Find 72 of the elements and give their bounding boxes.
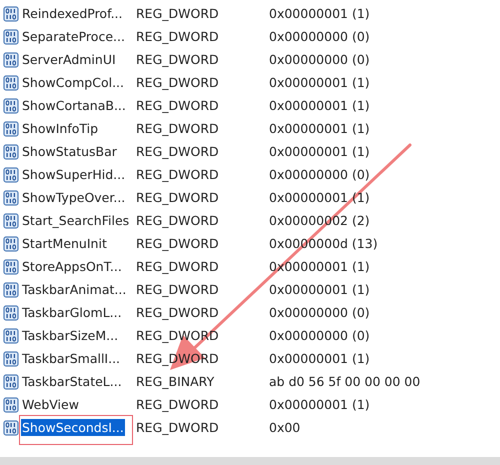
scrollbar[interactable] — [0, 457, 500, 465]
value-type: REG_DWORD — [136, 236, 220, 251]
value-type: REG_DWORD — [136, 29, 220, 44]
value-name[interactable]: StoreAppsOnT... — [21, 258, 123, 275]
value-name[interactable]: ShowTypeOver... — [21, 189, 126, 206]
binary-value-icon — [3, 28, 19, 44]
binary-value-icon — [3, 98, 19, 114]
binary-value-icon — [3, 258, 19, 274]
value-data: ab d0 56 5f 00 00 00 00 — [269, 374, 420, 389]
value-name[interactable]: ShowCortanaB... — [21, 97, 127, 114]
binary-value-icon — [3, 328, 19, 344]
value-type: REG_DWORD — [136, 52, 220, 67]
value-name[interactable]: ShowSuperHid... — [21, 166, 126, 183]
value-name[interactable]: StartMenuInit — [21, 235, 108, 252]
binary-value-icon — [3, 420, 19, 436]
value-name[interactable]: TaskbarSizeM... — [21, 327, 120, 344]
value-data: 0x00000001 (1) — [269, 144, 370, 159]
binary-value-icon — [3, 304, 19, 320]
value-name[interactable]: TaskbarAnimat... — [21, 281, 128, 298]
value-name[interactable]: ShowStatusBar — [21, 143, 118, 160]
binary-value-icon — [3, 396, 19, 412]
value-name[interactable]: ShowInfoTip — [21, 120, 100, 137]
value-data: 0x00000000 (0) — [269, 167, 370, 182]
binary-value-icon — [3, 350, 19, 366]
value-type: REG_DWORD — [136, 167, 220, 182]
value-type: REG_DWORD — [136, 305, 220, 320]
value-type: REG_DWORD — [136, 190, 220, 205]
value-name[interactable]: TaskbarGlomL... — [21, 304, 123, 321]
binary-value-icon — [3, 236, 19, 252]
value-data: 0x00000000 (0) — [269, 305, 370, 320]
value-name[interactable]: ServerAdminUI — [21, 51, 117, 68]
value-type: REG_DWORD — [136, 6, 220, 21]
value-name[interactable]: WebView — [21, 396, 80, 413]
value-data: 0x00 — [269, 420, 300, 435]
value-data: 0x00000000 (0) — [269, 52, 370, 67]
binary-value-icon — [3, 166, 19, 182]
binary-value-icon — [3, 374, 19, 390]
value-data: 0x00000001 (1) — [269, 75, 370, 90]
value-data: 0x00000001 (1) — [269, 190, 370, 205]
value-name[interactable]: SeparateProce... — [21, 28, 126, 45]
binary-value-icon — [3, 144, 19, 160]
value-name[interactable]: TaskbarSmallI... — [21, 350, 122, 367]
value-type: REG_DWORD — [136, 75, 220, 90]
value-name[interactable]: ShowCompCol... — [21, 74, 125, 91]
binary-value-icon — [3, 120, 19, 136]
binary-value-icon — [3, 190, 19, 206]
value-type: REG_DWORD — [136, 420, 220, 435]
value-type: REG_DWORD — [136, 397, 220, 412]
value-type: REG_DWORD — [136, 259, 220, 274]
value-name[interactable]: ReindexedProf... — [21, 5, 124, 22]
value-name[interactable]: Start_SearchFiles — [21, 212, 130, 229]
value-type: REG_DWORD — [136, 98, 220, 113]
binary-value-icon — [3, 6, 19, 22]
value-data: 0x00000000 (0) — [269, 29, 370, 44]
value-data: 0x00000001 (1) — [269, 397, 370, 412]
value-type: REG_BINARY — [136, 374, 216, 389]
value-name[interactable]: TaskbarStateL... — [21, 373, 123, 390]
value-data: 0x00000001 (1) — [269, 351, 370, 366]
value-data: 0x00000001 (1) — [269, 98, 370, 113]
value-type: REG_DWORD — [136, 282, 220, 297]
value-data: 0x00000001 (1) — [269, 282, 370, 297]
value-name[interactable]: ShowSecondsI... — [21, 419, 125, 436]
binary-value-icon — [3, 282, 19, 298]
value-type: REG_DWORD — [136, 144, 220, 159]
value-data: 0x00000001 (1) — [269, 6, 370, 21]
value-type: REG_DWORD — [136, 213, 220, 228]
binary-value-icon — [3, 74, 19, 90]
value-type: REG_DWORD — [136, 121, 220, 136]
value-data: 0x00000000 (0) — [269, 328, 370, 343]
binary-value-icon — [3, 52, 19, 68]
value-data: 0x00000001 (1) — [269, 121, 370, 136]
binary-value-icon — [3, 212, 19, 228]
